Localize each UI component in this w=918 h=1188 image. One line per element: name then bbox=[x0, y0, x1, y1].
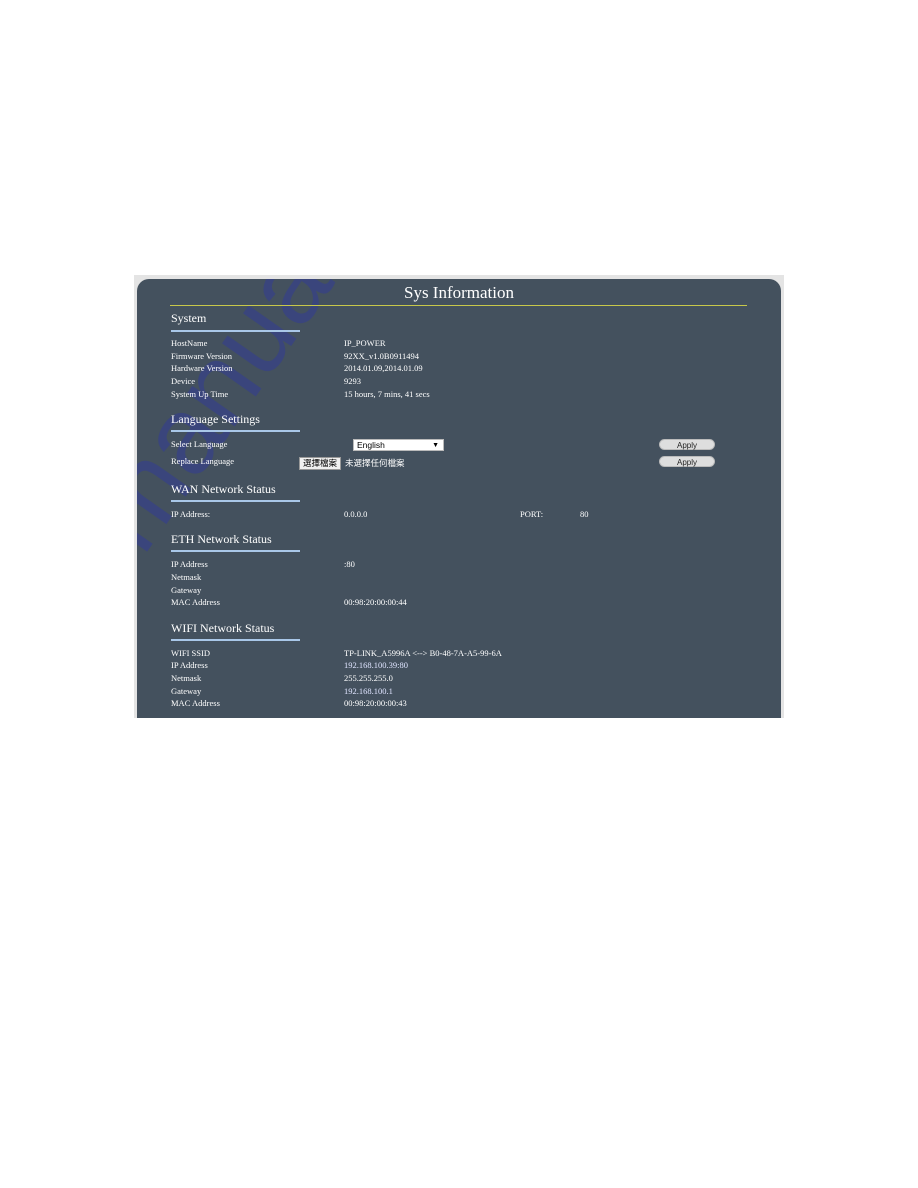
section-heading-eth: ETH Network Status bbox=[171, 532, 272, 546]
hostname-label: HostName bbox=[171, 338, 208, 348]
replace-language-label: Replace Language bbox=[171, 456, 235, 466]
section-heading-language: Language Settings bbox=[171, 412, 260, 426]
section-heading-wifi: WIFI Network Status bbox=[171, 621, 275, 635]
uptime-label: System Up Time bbox=[171, 389, 229, 399]
wifi-gateway-value: 192.168.100.1 bbox=[344, 686, 393, 696]
wifi-netmask-label: Netmask bbox=[171, 673, 202, 683]
wifi-ssid-label: WIFI SSID bbox=[171, 648, 210, 658]
page-title: Sys Information bbox=[403, 283, 515, 302]
eth-gateway-label: Gateway bbox=[171, 585, 202, 595]
eth-ip-value: :80 bbox=[344, 559, 355, 569]
hostname-value: IP_POWER bbox=[344, 338, 386, 348]
wifi-ssid-value: TP-LINK_A5996A <--> B0-48-7A-A5-99-6A bbox=[344, 648, 502, 658]
sys-info-panel: manualshive.com Sys Information System H… bbox=[137, 279, 781, 718]
wan-port-label: PORT: bbox=[520, 509, 544, 519]
dropdown-arrow-icon: ▼ bbox=[432, 442, 439, 449]
section-divider bbox=[171, 430, 300, 432]
uptime-value: 15 hours, 7 mins, 41 secs bbox=[344, 389, 430, 399]
section-divider bbox=[171, 500, 300, 502]
language-select[interactable]: English ▼ bbox=[353, 439, 444, 451]
wifi-netmask-value: 255.255.255.0 bbox=[344, 673, 393, 683]
choose-file-button[interactable]: 選擇檔案 bbox=[299, 457, 342, 470]
apply-language-button[interactable]: Apply bbox=[659, 439, 715, 450]
file-status: 未選擇任何檔案 bbox=[345, 458, 405, 468]
device-label: Device bbox=[171, 376, 196, 386]
wan-ip-value: 0.0.0.0 bbox=[344, 509, 368, 519]
wifi-gateway-label: Gateway bbox=[171, 686, 202, 696]
section-heading-system: System bbox=[171, 311, 207, 325]
select-language-label: Select Language bbox=[171, 439, 228, 449]
eth-ip-label: IP Address bbox=[171, 559, 208, 569]
eth-mac-value: 00:98:20:00:00:44 bbox=[344, 597, 407, 607]
section-divider bbox=[171, 330, 300, 332]
firmware-label: Firmware Version bbox=[171, 351, 232, 361]
section-divider bbox=[171, 550, 300, 552]
title-divider bbox=[170, 305, 747, 306]
section-divider bbox=[171, 639, 300, 641]
apply-replace-button[interactable]: Apply bbox=[659, 456, 715, 467]
language-select-value: English bbox=[357, 440, 385, 450]
wan-port-value: 80 bbox=[580, 509, 589, 519]
hardware-label: Hardware Version bbox=[171, 363, 233, 373]
device-value: 9293 bbox=[344, 376, 361, 386]
wan-ip-label: IP Address: bbox=[171, 509, 211, 519]
eth-netmask-label: Netmask bbox=[171, 572, 202, 582]
firmware-value: 92XX_v1.0B0911494 bbox=[344, 351, 420, 361]
eth-mac-label: MAC Address bbox=[171, 597, 220, 607]
section-heading-wan: WAN Network Status bbox=[171, 482, 276, 496]
wifi-ip-label: IP Address bbox=[171, 660, 208, 670]
wifi-mac-label: MAC Address bbox=[171, 698, 220, 708]
wifi-ip-value: 192.168.100.39:80 bbox=[344, 660, 408, 670]
hardware-value: 2014.01.09,2014.01.09 bbox=[344, 363, 423, 373]
wifi-mac-value: 00:98:20:00:00:43 bbox=[344, 698, 407, 708]
